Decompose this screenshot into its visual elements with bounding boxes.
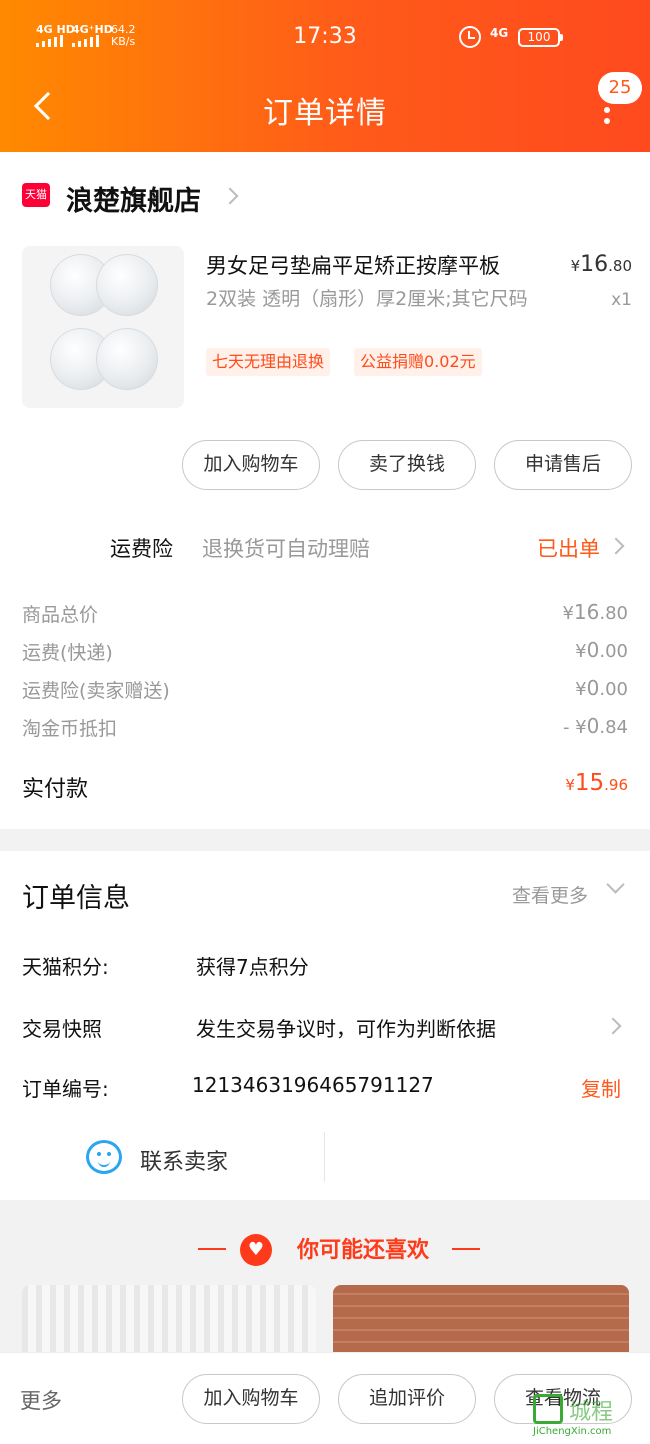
copy-button[interactable]: 复制	[581, 1073, 621, 1102]
product-image[interactable]	[22, 246, 184, 408]
divider	[324, 1132, 325, 1182]
bottom-add-to-cart-button[interactable]: 加入购物车	[182, 1374, 320, 1424]
product-price: ¥16.80	[570, 252, 632, 277]
order-info-title: 订单信息	[22, 883, 130, 914]
chat-icon[interactable]	[86, 1140, 122, 1174]
order-number-value: 1213463196465791127	[192, 1073, 434, 1097]
snapshot-label[interactable]: 交易快照	[22, 1013, 102, 1042]
after-sales-button[interactable]: 申请售后	[494, 440, 632, 490]
return-policy-tag: 七天无理由退换	[206, 348, 331, 376]
recommend-title: 你可能还喜欢	[296, 1238, 429, 1263]
app-header: 4G HD 4G⁺HD 64.2 KB/s 17:33 4G 100 订单详情 …	[0, 0, 650, 152]
alarm-icon	[459, 26, 481, 48]
product-name[interactable]: 男女足弓垫扁平足矫正按摩平板	[206, 250, 546, 280]
watermark-logo: 城程 JiChengXin.com	[533, 1394, 650, 1444]
shipping-insurance-desc: 退换货可自动理赔	[202, 537, 370, 561]
order-number-label: 订单编号:	[22, 1077, 109, 1101]
paid-amount: ¥15.96	[565, 770, 628, 796]
paid-label: 实付款	[22, 777, 89, 802]
points-label: 天猫积分:	[22, 955, 109, 979]
snapshot-value[interactable]: 发生交易争议时，可作为判断依据	[196, 1013, 496, 1042]
add-to-cart-button[interactable]: 加入购物车	[182, 440, 320, 490]
more-menu-dot[interactable]	[604, 107, 610, 113]
store-name[interactable]: 浪楚旗舰店	[66, 179, 201, 218]
cost-label: 商品总价	[22, 604, 99, 626]
points-value: 获得7点积分	[196, 955, 309, 979]
cost-value: ¥16.80	[562, 600, 628, 624]
cost-label: 运费险(卖家赠送)	[22, 680, 170, 702]
cost-value: - ¥0.84	[562, 714, 628, 738]
battery-icon: 100	[518, 28, 563, 47]
cost-label: 运费(快递)	[22, 642, 113, 664]
tmall-icon: 天猫	[22, 183, 50, 207]
cost-value: ¥0.00	[575, 638, 628, 662]
watermark-icon	[533, 1394, 563, 1424]
contact-seller-button[interactable]: 联系卖家	[140, 1144, 228, 1176]
product-spec: 2双装 透明（扇形）厚2厘米;其它尺码	[206, 288, 528, 310]
more-menu-dot[interactable]	[604, 118, 610, 124]
network-type: 4G	[490, 26, 509, 40]
page-title: 订单详情	[263, 96, 387, 131]
status-bar: 4G HD 4G⁺HD 64.2 KB/s 17:33 4G 100	[0, 0, 650, 76]
resell-button[interactable]: 卖了换钱	[338, 440, 476, 490]
cost-label: 淘金币抵扣	[22, 718, 118, 740]
charity-tag: 公益捐赠0.02元	[354, 348, 482, 376]
product-quantity: x1	[611, 290, 632, 310]
shipping-insurance-label: 运费险	[110, 537, 173, 561]
view-more-link[interactable]: 查看更多	[512, 881, 588, 908]
shipping-insurance-status[interactable]: 已出单	[537, 533, 600, 563]
more-button[interactable]: 更多	[20, 1385, 62, 1415]
add-review-button[interactable]: 追加评价	[338, 1374, 476, 1424]
cost-value: ¥0.00	[575, 676, 628, 700]
decor-line	[452, 1248, 480, 1250]
message-count-badge[interactable]: 25	[598, 72, 642, 104]
